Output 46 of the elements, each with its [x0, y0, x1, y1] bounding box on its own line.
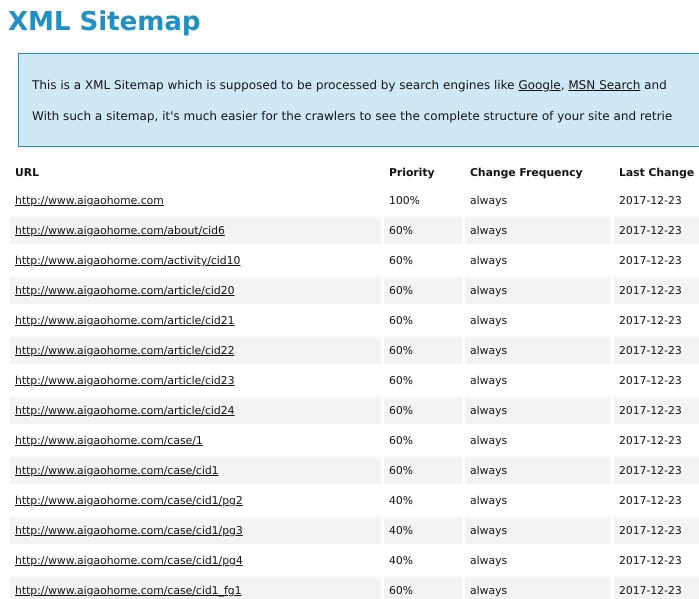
table-cell: always	[465, 337, 611, 364]
link[interactable]: MSN Search	[568, 78, 640, 92]
table-cell: 2017-12-23	[614, 397, 699, 424]
url-link[interactable]: http://www.aigaohome.com/case/cid1_fg1	[15, 584, 242, 597]
table-cell: always	[465, 277, 611, 304]
table-cell: 60%	[384, 337, 462, 364]
table-cell: 2017-12-23	[614, 337, 699, 364]
table-cell: 60%	[384, 217, 462, 244]
table-cell: always	[465, 397, 611, 424]
url-link[interactable]: http://www.aigaohome.com/article/cid22	[15, 344, 234, 357]
url-link[interactable]: http://www.aigaohome.com	[15, 194, 164, 207]
url-link[interactable]: http://www.aigaohome.com/case/cid1/pg3	[15, 524, 243, 537]
intro-text: With such a sitemap, it's much easier for the crawlers to see the complete structure of your site and retrie	[32, 109, 672, 123]
url-link[interactable]: http://www.aigaohome.com/article/cid21	[15, 314, 234, 327]
link[interactable]: Google	[518, 78, 561, 92]
table-cell: always	[465, 217, 611, 244]
url-link[interactable]: http://www.aigaohome.com/case/1	[15, 434, 203, 447]
column-header: Last Change	[618, 164, 696, 180]
column-header: Priority	[388, 164, 436, 180]
url-link[interactable]: http://www.aigaohome.com/case/cid1	[15, 464, 219, 477]
table-cell: 60%	[384, 277, 462, 304]
table-cell: 2017-12-23	[614, 517, 699, 544]
url-link[interactable]: http://www.aigaohome.com/article/cid20	[15, 284, 234, 297]
table-cell: 2017-12-23	[614, 577, 699, 599]
table-cell: 2017-12-23	[614, 277, 699, 304]
table-cell: always	[465, 577, 611, 599]
intro-text: This is a XML Sitemap which is supposed to be processed by search engines like	[32, 78, 516, 92]
column-header: Change Frequency	[469, 164, 584, 180]
table-cell: always	[465, 457, 611, 484]
url-link[interactable]: http://www.aigaohome.com/article/cid24	[15, 404, 234, 417]
url-link[interactable]: http://www.aigaohome.com/case/cid1/pg2	[15, 494, 243, 507]
url-link[interactable]: http://www.aigaohome.com/about/cid6	[15, 224, 225, 237]
table-cell: 2017-12-23	[614, 217, 699, 244]
table-cell: 2017-12-23	[614, 457, 699, 484]
url-link[interactable]: http://www.aigaohome.com/case/cid1/pg4	[15, 554, 243, 567]
column-header: URL	[14, 164, 40, 180]
table-cell: always	[465, 517, 611, 544]
intro-text: and	[643, 78, 667, 92]
table-cell: 60%	[384, 397, 462, 424]
table-cell: 40%	[384, 517, 462, 544]
intro-text: ,	[560, 78, 566, 92]
table-cell: 60%	[384, 457, 462, 484]
url-link[interactable]: http://www.aigaohome.com/activity/cid10	[15, 254, 240, 267]
table-cell: 60%	[384, 577, 462, 599]
url-link[interactable]: http://www.aigaohome.com/article/cid23	[15, 374, 234, 387]
page-title: XML Sitemap	[8, 6, 202, 39]
